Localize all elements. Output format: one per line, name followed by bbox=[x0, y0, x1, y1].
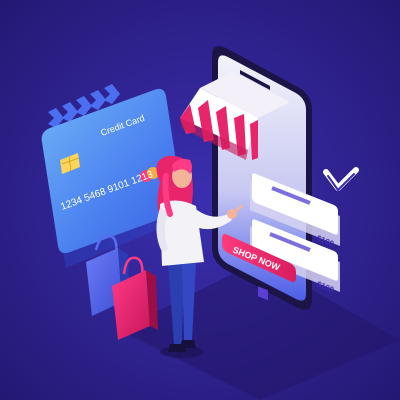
ecommerce-illustration: $100 $100 SHOP NOW Credit Card 1234 5468… bbox=[0, 0, 400, 400]
illustration-canvas: $100 $100 SHOP NOW Credit Card 1234 5468… bbox=[0, 0, 400, 400]
